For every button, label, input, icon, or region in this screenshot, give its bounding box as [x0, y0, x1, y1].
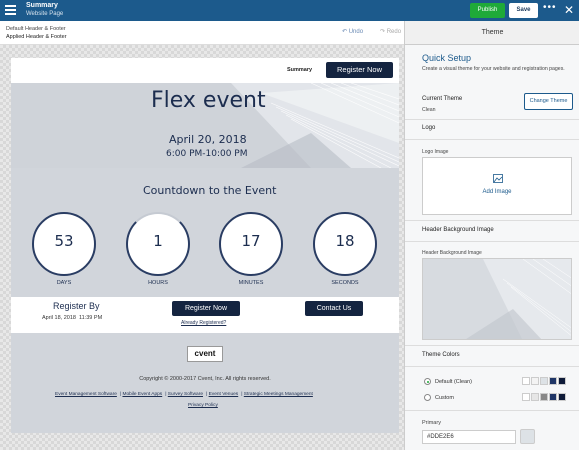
page-subtitle: Website Page: [26, 11, 64, 17]
logo-image-label: Logo Image: [422, 149, 449, 155]
custom-swatch-2: [531, 393, 539, 401]
custom-theme-label: Custom: [435, 395, 454, 401]
divider: [405, 410, 579, 411]
quick-setup-title: Quick Setup: [422, 53, 472, 63]
logo-section-title: Logo: [422, 125, 436, 131]
nav-summary-link[interactable]: Summary: [287, 67, 312, 73]
custom-swatch-3: [540, 393, 548, 401]
cvent-logo: cvent: [187, 346, 223, 362]
default-theme-label: Default (Clean): [435, 379, 472, 385]
custom-theme-radio[interactable]: [424, 394, 431, 401]
register-now-button[interactable]: Register Now: [172, 301, 240, 316]
more-options-icon[interactable]: •••: [543, 2, 557, 13]
countdown-minutes-value: 17: [241, 232, 261, 250]
default-swatch-4: [549, 377, 557, 385]
default-swatch-1: [522, 377, 530, 385]
countdown-minutes-circle: 17: [219, 212, 283, 276]
countdown-days-label: DAYS: [56, 280, 72, 286]
countdown-hours-label: HOURS: [148, 280, 168, 286]
custom-swatch-1: [522, 393, 530, 401]
applied-header-footer-label: Applied Header & Footer: [6, 34, 67, 40]
event-time: 6:00 PM-10:00 PM: [166, 149, 248, 159]
countdown-seconds-circle: 18: [313, 212, 377, 276]
header-background-label: Header Background Image: [422, 250, 482, 256]
register-by-date: April 18, 2018 11:39 PM: [42, 315, 102, 321]
primary-color-label: Primary: [422, 420, 441, 426]
custom-swatch-4: [549, 393, 557, 401]
register-by-time-value: 11:39 PM: [79, 315, 103, 321]
default-header-footer-label: Default Header & Footer: [6, 26, 66, 32]
custom-swatch-5: [558, 393, 566, 401]
divider: [405, 220, 579, 221]
save-button[interactable]: Save: [509, 3, 538, 18]
editor-subbar: Default Header & Footer Applied Header &…: [0, 21, 404, 45]
header-background-thumbnail: [466, 259, 571, 339]
primary-color-input[interactable]: #DDE2E6: [422, 430, 516, 444]
countdown-days-value: 53: [54, 232, 74, 250]
divider: [405, 119, 579, 120]
already-registered-link[interactable]: Already Registered?: [181, 320, 226, 326]
default-swatch-2: [531, 377, 539, 385]
theme-panel: Theme Quick Setup Create a visual theme …: [404, 21, 579, 450]
countdown-title: Countdown to the Event: [143, 184, 277, 197]
copyright-text: Copyright © 2000-2017 Cvent, Inc. All ri…: [139, 376, 271, 382]
footer-link[interactable]: Mobile Event Apps: [122, 392, 162, 397]
header-background-preview[interactable]: [422, 258, 572, 340]
quick-setup-description: Create a visual theme for your website a…: [422, 66, 565, 72]
theme-panel-header: Theme: [405, 21, 579, 45]
change-theme-button[interactable]: Change Theme: [524, 93, 573, 110]
hamburger-menu-icon[interactable]: [5, 5, 16, 16]
page-title: Summary: [26, 2, 58, 9]
register-by-title: Register By: [53, 301, 100, 311]
footer-link[interactable]: Event Venues: [209, 392, 239, 397]
footer-link[interactable]: Survey Software: [168, 392, 203, 397]
current-theme-label: Current Theme: [422, 96, 463, 102]
publish-button[interactable]: Publish: [470, 3, 505, 18]
event-title: Flex event: [151, 88, 266, 113]
add-image-label: Add Image: [482, 189, 512, 195]
primary-color-swatch[interactable]: [520, 429, 535, 444]
event-hero: Flex event April 20, 2018 6:00 PM-10:00 …: [11, 83, 399, 168]
website-page-preview: Summary Register Now Flex event April 20…: [11, 58, 399, 433]
close-icon[interactable]: ✕: [564, 3, 574, 17]
footer-link[interactable]: Strategic Meetings Management: [244, 392, 313, 397]
image-icon: [493, 174, 503, 183]
privacy-policy-link[interactable]: Privacy Policy: [188, 403, 218, 408]
redo-button[interactable]: ↷ Redo: [380, 28, 401, 35]
countdown-hours-value: 1: [153, 232, 163, 250]
divider: [405, 139, 579, 140]
countdown-days-circle: 53: [32, 212, 96, 276]
header-register-button[interactable]: Register Now: [326, 62, 393, 78]
default-swatch-5: [558, 377, 566, 385]
editor-canvas: Summary Register Now Flex event April 20…: [0, 45, 404, 450]
event-date: April 20, 2018: [169, 133, 247, 146]
divider: [405, 241, 579, 242]
undo-button[interactable]: ↶ Undo: [342, 28, 363, 35]
header-background-section-title: Header Background Image: [422, 227, 494, 233]
top-bar: Summary Website Page Publish Save ••• ✕: [0, 0, 579, 21]
divider: [405, 345, 579, 346]
page-header: Summary Register Now: [11, 58, 399, 83]
theme-colors-section-title: Theme Colors: [422, 352, 460, 358]
default-swatch-3: [540, 377, 548, 385]
footer-link[interactable]: Event Management Software: [55, 392, 117, 397]
divider: [405, 366, 579, 367]
countdown-hours-circle: 1: [126, 212, 190, 276]
default-theme-radio[interactable]: [424, 378, 431, 385]
register-by-date-value: April 18, 2018: [42, 315, 76, 321]
current-theme-value: Clean: [422, 107, 436, 113]
countdown-seconds-value: 18: [335, 232, 355, 250]
countdown-minutes-label: MINUTES: [238, 280, 264, 286]
register-section: Register By April 18, 2018 11:39 PM Regi…: [11, 297, 399, 333]
contact-us-button[interactable]: Contact Us: [305, 301, 363, 316]
footer-links: Event Management Software | Mobile Event …: [55, 392, 313, 397]
countdown-seconds-label: SECONDS: [331, 280, 359, 286]
logo-image-dropzone[interactable]: Add Image: [422, 157, 572, 215]
countdown-section: Countdown to the Event 53 1 17 18 DAYS H…: [11, 178, 399, 290]
